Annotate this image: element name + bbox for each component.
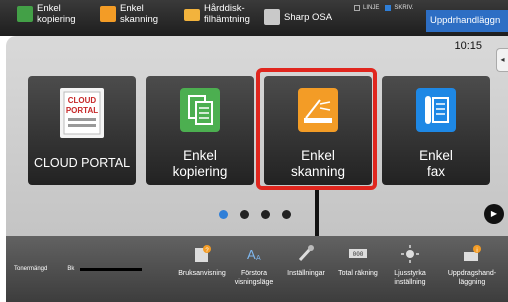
line-indicator-icon (354, 5, 360, 11)
brightness-icon (400, 244, 420, 264)
scan-icon (100, 6, 116, 22)
fax-icon (416, 88, 456, 132)
counter-icon: 000 (348, 244, 368, 264)
page-dot-3[interactable] (261, 210, 270, 219)
line-label: LINJE (363, 5, 380, 11)
zoom-display-button[interactable]: AA Förstora visningsläge (224, 244, 284, 287)
svg-text:PORTAL: PORTAL (66, 106, 98, 115)
shortcut-label: Hårddisk- filhämtning (204, 3, 250, 25)
tile-simple-copy[interactable]: Enkel kopiering (146, 76, 254, 185)
manual-button[interactable]: ? Bruksanvisning (172, 244, 232, 278)
toner-label: Tonermängd (14, 266, 48, 272)
tile-label: Enkel fax (419, 148, 453, 179)
tile-cloud-portal[interactable]: CLOUD PORTAL CLOUD PORTAL (28, 76, 136, 185)
shortcut-simple-copy[interactable]: Enkel kopiering (17, 3, 76, 25)
copy-icon (180, 88, 220, 132)
print-indicator-icon (385, 5, 392, 11)
settings-button[interactable]: Inställningar (276, 244, 336, 278)
toner-bar (80, 267, 143, 271)
button-label: Total räkning (338, 270, 378, 277)
top-shortcut-bar: Enkel kopiering Enkel skanning Hårddisk-… (0, 0, 508, 36)
svg-text:CLOUD: CLOUD (68, 96, 97, 105)
highlight-frame (256, 68, 377, 190)
job-status-icon: i (462, 244, 482, 264)
button-label: Bruksanvisning (178, 270, 226, 277)
brightness-button[interactable]: Ljusstyrka inställning (380, 244, 440, 287)
svg-text:000: 000 (353, 251, 364, 258)
shortcut-label: Enkel skanning (120, 3, 159, 25)
shortcut-sharp-osa[interactable]: Sharp OSA (264, 9, 332, 25)
job-handling-button[interactable]: i Uppdragshand- läggning (442, 244, 502, 287)
page-dot-2[interactable] (240, 210, 249, 219)
svg-text:A: A (256, 255, 261, 262)
clock: 10:15 (454, 40, 482, 52)
total-count-button[interactable]: 000 Total räkning (328, 244, 388, 278)
osa-icon (264, 9, 280, 25)
button-label: Ljusstyrka inställning (394, 270, 426, 286)
side-panel-tab[interactable]: ◂ (496, 48, 508, 72)
shortcut-hdd-retrieval[interactable]: Hårddisk- filhämtning (184, 3, 250, 25)
tile-label: CLOUD PORTAL (33, 156, 131, 170)
settings-icon (296, 244, 316, 264)
svg-text:i: i (476, 248, 477, 254)
toner-color-label: Bk (67, 266, 75, 272)
bottom-toolbar: Tonermängd Bk ? Bruksanvisning AA Försto… (6, 236, 508, 302)
toner-level: Tonermängd Bk (14, 266, 143, 272)
button-label: Förstora visningsläge (234, 270, 274, 286)
zoom-text-icon: AA (244, 244, 264, 264)
cloud-portal-icon: CLOUD PORTAL (60, 88, 104, 138)
copy-icon (17, 6, 33, 22)
manual-icon: ? (192, 244, 212, 264)
folder-icon (184, 9, 200, 21)
svg-text:A: A (247, 247, 256, 262)
job-status-button[interactable]: Uppdrhandläggn (426, 10, 508, 32)
page-dot-4[interactable] (282, 210, 291, 219)
shortcut-simple-scan[interactable]: Enkel skanning (100, 3, 158, 25)
shortcut-label: Sharp OSA (284, 11, 333, 23)
tile-label: Enkel kopiering (172, 148, 228, 179)
next-page-button[interactable]: ▶ (484, 204, 504, 224)
tile-simple-fax[interactable]: Enkel fax (382, 76, 490, 185)
shortcut-label: Enkel kopiering (37, 3, 76, 25)
page-dot-1[interactable] (219, 210, 228, 219)
line-status: LINJE SKRIV. (351, 5, 413, 11)
button-label: Uppdragshand- läggning (447, 270, 497, 286)
button-label: Inställningar (287, 270, 325, 277)
print-label: SKRIV. (394, 5, 414, 11)
